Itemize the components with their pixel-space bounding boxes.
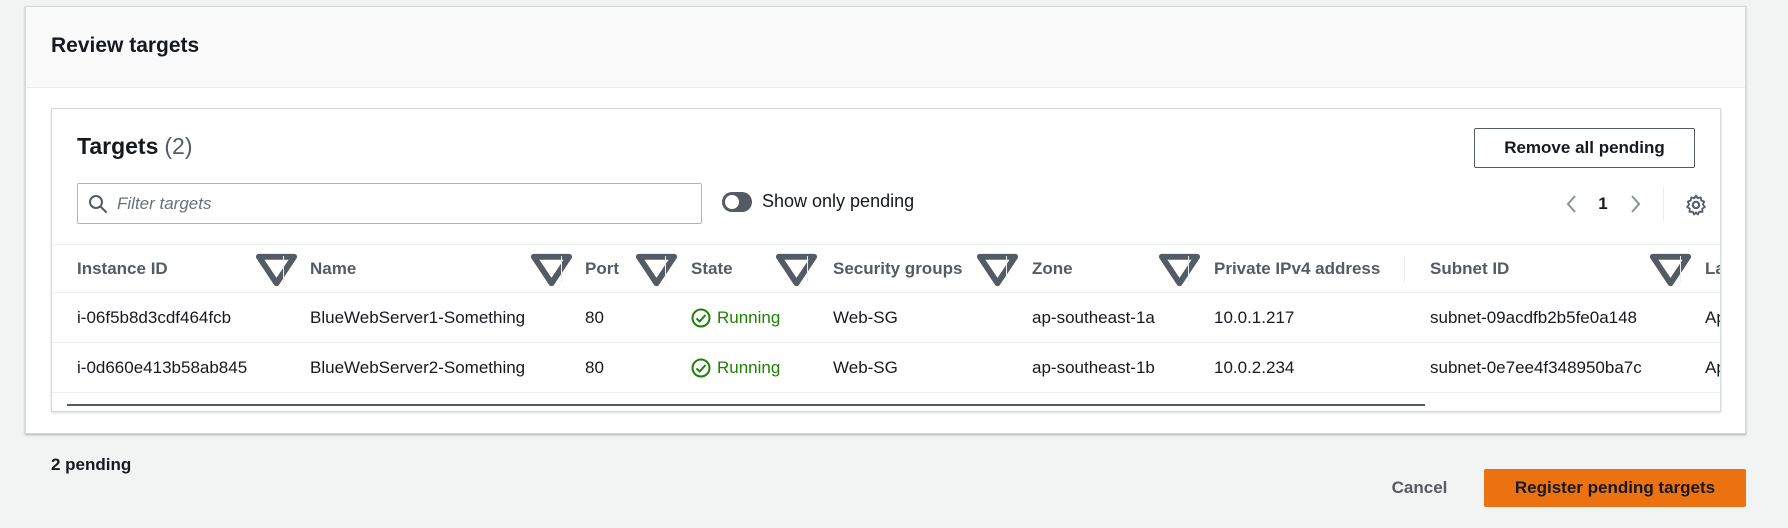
- chevron-right-icon: [1630, 195, 1640, 213]
- column-header-launch[interactable]: La: [1705, 245, 1720, 292]
- cell-launch: Ap: [1705, 358, 1720, 377]
- column-header-subnet-id[interactable]: Subnet ID: [1430, 245, 1509, 292]
- cancel-button[interactable]: Cancel: [1372, 469, 1467, 507]
- column-header-instance-id[interactable]: Instance ID: [77, 245, 168, 292]
- cell-subnet-id: subnet-09acdfb2b5fe0a148: [1430, 308, 1638, 327]
- cell-ipv4: 10.0.2.234: [1214, 358, 1295, 377]
- state-text: Running: [717, 358, 781, 377]
- remove-all-pending-button[interactable]: Remove all pending: [1474, 128, 1695, 168]
- pending-count: 2 pending: [51, 455, 132, 474]
- column-header-port[interactable]: Port: [585, 245, 619, 292]
- column-header-label: Name: [310, 258, 357, 278]
- chevron-left-icon: [1566, 195, 1576, 213]
- cell-name: BlueWebServer2-Something: [310, 358, 526, 377]
- column-header-label: Subnet ID: [1430, 258, 1510, 278]
- column-header-label: Instance ID: [77, 258, 168, 278]
- sort-caret-icon[interactable]: [773, 245, 820, 292]
- cell-security-groups: Web-SG: [833, 308, 898, 327]
- column-header-private-ipv4[interactable]: Private IPv4 address: [1214, 245, 1380, 292]
- sort-caret-icon[interactable]: [1647, 245, 1694, 292]
- column-header-security-groups[interactable]: Security groups: [833, 245, 962, 292]
- table-row[interactable]: i-06f5b8d3cdf464fcb BlueWebServer1-Somet…: [52, 293, 1720, 343]
- targets-container: Targets(2) Remove all pending Show only …: [51, 108, 1721, 412]
- sort-caret-icon[interactable]: [974, 245, 1021, 292]
- pager-divider: [1663, 187, 1664, 221]
- toggle-knob: [725, 194, 739, 209]
- sort-caret-icon[interactable]: [633, 245, 680, 292]
- column-divider[interactable]: [665, 256, 666, 282]
- cell-name: BlueWebServer1-Something: [310, 308, 526, 327]
- filter-targets-box: [77, 183, 702, 224]
- column-header-label: Private IPv4 address: [1214, 258, 1381, 278]
- cell-instance-id: i-06f5b8d3cdf464fcb: [77, 308, 232, 327]
- targets-count: (2): [164, 133, 193, 159]
- cell-state: Running: [691, 343, 780, 393]
- status-success-icon: [691, 358, 711, 378]
- register-pending-targets-button[interactable]: Register pending targets: [1484, 469, 1746, 507]
- column-header-label: State: [691, 258, 733, 278]
- table-settings-button[interactable]: [1684, 193, 1708, 217]
- sort-caret-icon[interactable]: [253, 245, 300, 292]
- cell-security-groups: Web-SG: [833, 358, 898, 377]
- column-divider[interactable]: [1680, 256, 1681, 282]
- cell-zone: ap-southeast-1b: [1032, 358, 1155, 377]
- column-divider[interactable]: [1404, 256, 1405, 282]
- column-header-zone[interactable]: Zone: [1032, 245, 1073, 292]
- show-only-pending-label: Show only pending: [762, 191, 915, 211]
- review-targets-panel: Review targets Targets (2) Remove all pen…: [25, 6, 1746, 434]
- targets-header: Targets(2) Remove all pending Show only …: [52, 109, 1720, 244]
- table-header-row: Instance ID Name Port State Security gro…: [52, 244, 1720, 293]
- gear-icon: [1686, 194, 1706, 216]
- show-only-pending-toggle[interactable]: [722, 191, 752, 212]
- column-header-state[interactable]: State: [691, 245, 733, 292]
- column-divider[interactable]: [283, 256, 284, 282]
- targets-title-text: Targets: [77, 133, 159, 159]
- targets-table: Instance ID Name Port State Security gro…: [52, 244, 1720, 393]
- column-divider[interactable]: [807, 256, 808, 282]
- status-success-icon: [691, 308, 711, 328]
- column-header-label: Security groups: [833, 258, 963, 278]
- cell-instance-id: i-0d660e413b58ab845: [77, 358, 248, 377]
- cell-state: Running: [691, 293, 780, 343]
- horizontal-scrollbar[interactable]: [67, 404, 1425, 406]
- cell-ipv4: 10.0.1.217: [1214, 308, 1295, 327]
- search-icon: [89, 195, 107, 213]
- table-row[interactable]: i-0d660e413b58ab845 BlueWebServer2-Somet…: [52, 343, 1720, 393]
- column-divider[interactable]: [561, 256, 562, 282]
- next-page-button[interactable]: [1617, 187, 1652, 221]
- targets-title: Targets (2): [77, 133, 193, 160]
- cell-launch: Ap: [1705, 308, 1720, 327]
- column-divider[interactable]: [1188, 256, 1189, 282]
- pagination: 1: [1554, 187, 1652, 221]
- cell-subnet-id: subnet-0e7ee4f348950ba7c: [1430, 358, 1642, 377]
- column-header-label: La: [1705, 258, 1720, 278]
- cell-zone: ap-southeast-1a: [1032, 308, 1155, 327]
- state-text: Running: [717, 308, 781, 327]
- show-only-pending-toggle-group[interactable]: Show only pending: [722, 191, 914, 212]
- cell-port: 80: [585, 308, 604, 327]
- review-targets-header: Review targets: [26, 7, 1745, 88]
- current-page-number[interactable]: 1: [1589, 194, 1617, 214]
- sort-caret-icon[interactable]: [528, 245, 575, 292]
- sort-caret-icon[interactable]: [1156, 245, 1203, 292]
- column-header-label: Port: [585, 258, 619, 278]
- column-header-label: Zone: [1032, 258, 1073, 278]
- column-header-name[interactable]: Name: [310, 245, 356, 292]
- cell-port: 80: [585, 358, 604, 377]
- review-targets-title: Review targets: [51, 34, 200, 57]
- previous-page-button[interactable]: [1554, 187, 1589, 221]
- column-divider[interactable]: [1006, 256, 1007, 282]
- filter-targets-input[interactable]: [117, 184, 697, 223]
